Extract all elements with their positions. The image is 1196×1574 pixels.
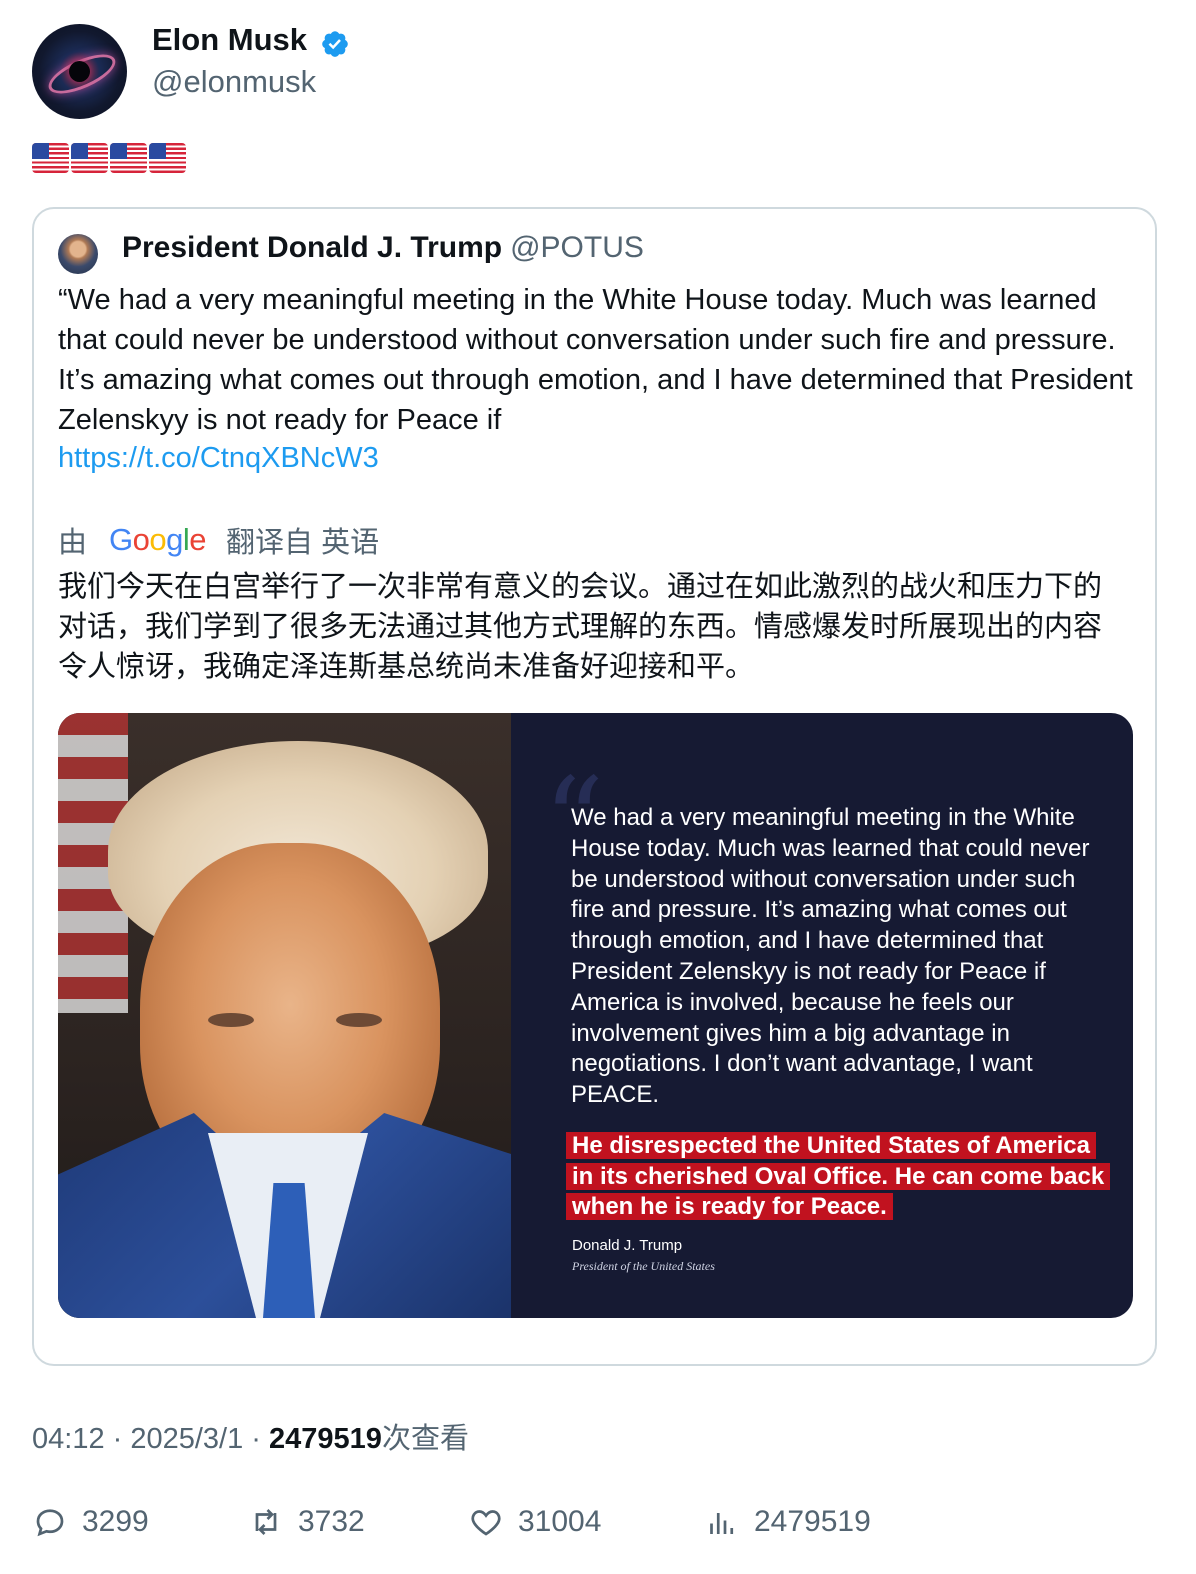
analytics-icon — [710, 1513, 734, 1534]
image-signature-title: President of the United States — [572, 1259, 715, 1273]
views-button[interactable]: 2479519 — [704, 1500, 871, 1544]
quoted-post-link[interactable]: https://t.co/CtnqXBNcW3 — [58, 438, 379, 478]
translation-attribution[interactable]: 由 Google 翻译自 英语 — [58, 520, 379, 560]
us-flag-icon — [110, 143, 147, 173]
verified-badge-icon — [322, 31, 348, 57]
reply-icon — [36, 1509, 64, 1537]
image-signature-name: Donald J. Trump — [572, 1237, 683, 1254]
quoted-post-text: “We had a very meaningful meeting in the… — [58, 284, 1133, 436]
portrait-eye-left — [208, 1013, 254, 1027]
portrait-photo — [58, 713, 511, 1318]
like-count: 31004 — [518, 1505, 602, 1538]
like-button[interactable]: 31004 — [468, 1500, 601, 1544]
author-avatar[interactable] — [32, 24, 127, 119]
meta-separator: · — [104, 1423, 131, 1455]
quoted-post-image[interactable]: “ We had a very meaningful meeting in th… — [58, 713, 1133, 1318]
reply-button[interactable]: 3299 — [32, 1500, 149, 1544]
image-highlight-span: He disrespected the United States of Ame… — [566, 1132, 1111, 1221]
repost-icon — [255, 1509, 277, 1535]
image-highlight-text: He disrespected the United States of Ame… — [566, 1131, 1111, 1223]
translation-source-label: 翻译自 英语 — [226, 527, 380, 559]
post-date[interactable]: 2025/3/1 — [130, 1423, 243, 1455]
author-name[interactable]: Elon Musk — [152, 22, 307, 58]
repost-count: 3732 — [298, 1505, 365, 1538]
view-count: 2479519 — [269, 1423, 382, 1455]
quoted-author-avatar[interactable] — [58, 234, 98, 274]
post-meta: 04:12 · 2025/3/1 · 2479519次查看 — [32, 1415, 469, 1457]
views-label: 次查看 — [381, 1423, 469, 1455]
quoted-author-handle: @POTUS — [510, 231, 644, 264]
meta-separator: · — [243, 1423, 270, 1455]
portrait-eye-right — [336, 1013, 382, 1027]
us-flag-icon — [149, 143, 186, 173]
quoted-author-name: President Donald J. Trump — [122, 231, 503, 264]
post-time[interactable]: 04:12 — [32, 1423, 105, 1455]
galaxy-core — [69, 61, 90, 82]
google-logo: Google — [109, 522, 207, 557]
views-count: 2479519 — [754, 1505, 871, 1538]
translated-text: 我们今天在白宫举行了一次非常有意义的会议。通过在如此激烈的战火和压力下的对话，我… — [58, 571, 1103, 683]
translation-by-label: 由 — [58, 527, 88, 559]
us-flag-icon — [32, 143, 69, 173]
image-quote-text: We had a very meaningful meeting in the … — [571, 804, 1090, 1109]
post-emoji-flags — [32, 143, 186, 177]
heart-icon — [471, 1510, 501, 1536]
reply-count: 3299 — [82, 1505, 149, 1538]
quoted-author-header[interactable]: President Donald J. Trump @POTUS — [122, 231, 644, 265]
us-flag-icon — [71, 143, 108, 173]
author-handle[interactable]: @elonmusk — [152, 64, 316, 100]
repost-button[interactable]: 3732 — [248, 1500, 365, 1544]
